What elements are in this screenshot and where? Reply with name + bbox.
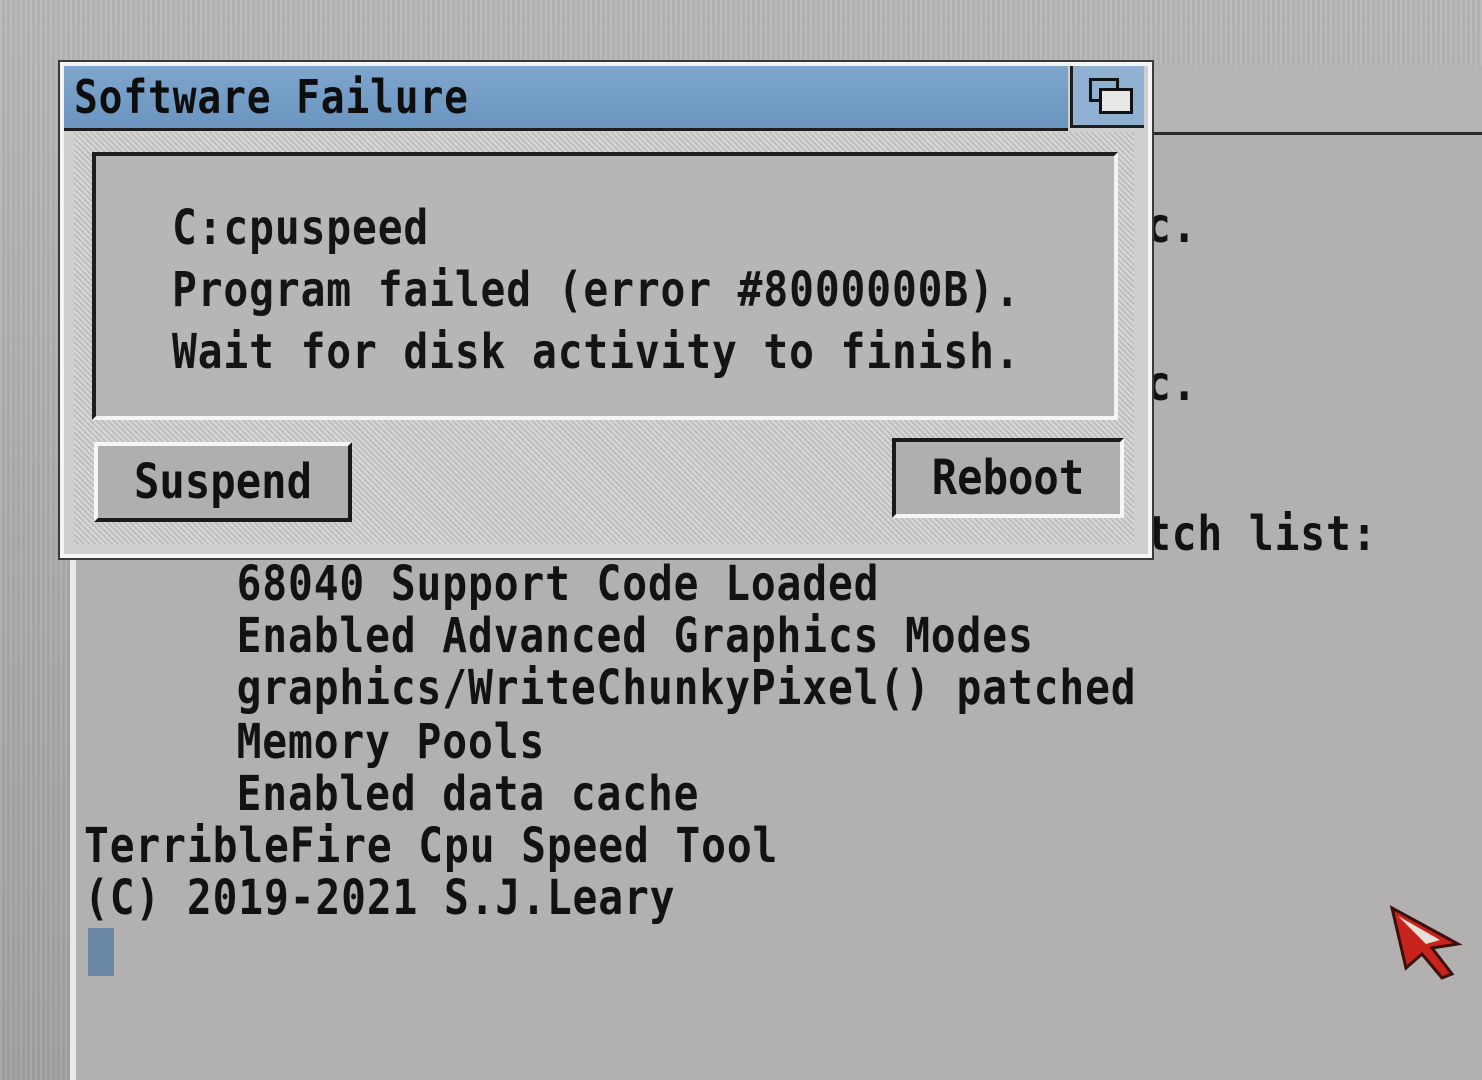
message-line: Wait for disk activity to finish. [172, 324, 1021, 380]
shell-partial-line-2: c. [1146, 356, 1198, 412]
shell-output-line: 68040 Support Code Loaded [108, 556, 880, 612]
text-cursor [88, 928, 114, 976]
requester-title: Software Failure [74, 70, 469, 124]
reboot-button[interactable]: Reboot [892, 438, 1124, 518]
suspend-button-label: Suspend [133, 454, 313, 510]
depth-gadget-icon[interactable] [1070, 66, 1144, 128]
reboot-button-label: Reboot [931, 450, 1085, 506]
shell-output-line: graphics/WriteChunkyPixel() patched [108, 660, 1137, 716]
shell-output-line: Enabled Advanced Graphics Modes [108, 608, 1034, 664]
shell-partial-line-1: c. [1146, 198, 1198, 254]
shell-output-line: Enabled data cache [108, 766, 700, 822]
shell-partial-line-3: tch list: [1146, 506, 1378, 562]
requester-titlebar[interactable]: Software Failure [64, 66, 1068, 131]
message-panel: C:cpuspeed Program failed (error #800000… [92, 152, 1118, 420]
message-line: C:cpuspeed [172, 200, 430, 256]
shell-output-line: Memory Pools [108, 714, 546, 770]
mouse-pointer-icon [1389, 905, 1463, 980]
requester-body: C:cpuspeed Program failed (error #800000… [74, 132, 1134, 544]
software-failure-requester: Software Failure C:cpuspeed Program fail… [60, 62, 1152, 558]
suspend-button[interactable]: Suspend [94, 442, 352, 522]
shell-output-line: (C) 2019-2021 S.J.Leary [84, 870, 676, 926]
message-line: Program failed (error #8000000B). [172, 262, 1021, 318]
shell-output-line: TerribleFire Cpu Speed Tool [84, 818, 779, 874]
